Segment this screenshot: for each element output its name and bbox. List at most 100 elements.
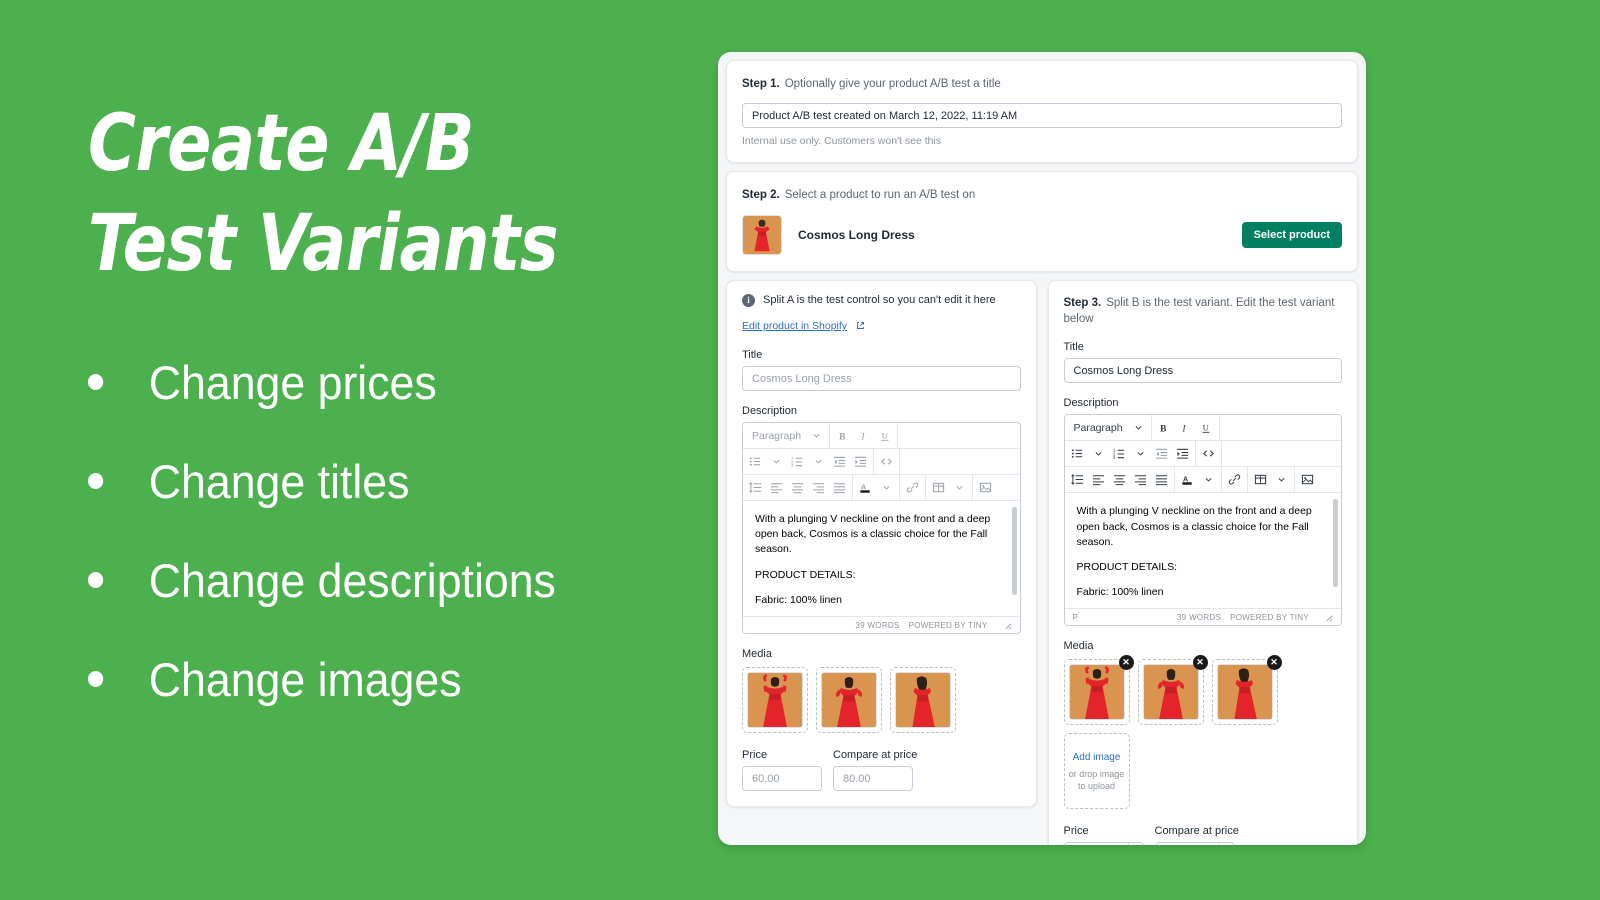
italic-icon[interactable]: I <box>1175 416 1196 440</box>
split-b-title-input[interactable] <box>1063 358 1342 384</box>
split-b-description-label: Description <box>1063 397 1119 410</box>
align-center-icon[interactable] <box>787 476 808 500</box>
outdent-icon[interactable] <box>829 450 850 474</box>
edit-product-link-row: Edit product in Shopify <box>742 316 1021 335</box>
add-image-label: Add image <box>1072 751 1121 763</box>
svg-text:A: A <box>1182 475 1188 484</box>
split-b-compare-price-field: Compare at price <box>1154 825 1239 845</box>
split-b-editor-status: P 39 WORDS POWERED BY TINY <box>1064 608 1341 625</box>
numbered-list-chevron-down-icon[interactable] <box>1130 442 1151 466</box>
indent-icon[interactable] <box>850 450 871 474</box>
svg-text:A: A <box>861 482 867 491</box>
test-title-helper: Internal use only. Customers won't see t… <box>742 135 942 148</box>
source-code-icon[interactable] <box>1198 442 1219 466</box>
align-center-icon[interactable] <box>1109 468 1130 492</box>
text-color-chevron-down-icon[interactable] <box>876 476 897 500</box>
insert-image-group <box>973 475 998 500</box>
text-color-icon[interactable]: A <box>855 476 876 500</box>
table-icon[interactable] <box>1250 468 1271 492</box>
split-b-price-field: Price <box>1063 825 1144 845</box>
media-thumbnail: ✕ <box>1063 655 1134 726</box>
align-left-icon[interactable] <box>1088 468 1109 492</box>
step-2-description: Select a product to run an A/B test on <box>784 189 976 202</box>
split-b-title-label: Title <box>1063 341 1084 354</box>
line-height-icon[interactable] <box>1067 468 1088 492</box>
price-stepper[interactable] <box>1127 843 1143 845</box>
editor-toolbar-row-1: Paragraph B I U <box>743 423 1020 450</box>
split-a-description-label: Description <box>742 405 798 418</box>
numbered-list-icon[interactable]: 123 <box>1109 442 1130 466</box>
align-justify-icon[interactable] <box>829 476 850 500</box>
list-group: 123 <box>743 449 874 475</box>
step-1-card: Step 1. Optionally give your product A/B … <box>726 60 1358 164</box>
align-group <box>743 475 853 501</box>
bullet-icon <box>88 671 104 688</box>
edit-product-in-shopify-link[interactable]: Edit product in Shopify <box>742 320 847 332</box>
remove-media-button[interactable]: ✕ <box>1266 655 1282 671</box>
remove-media-button[interactable]: ✕ <box>1192 655 1208 671</box>
svg-text:I: I <box>860 432 865 442</box>
step-3-heading: Step 3. Split B is the test variant. Edit… <box>1064 295 1343 327</box>
indent-icon[interactable] <box>1172 442 1193 466</box>
bullet-icon <box>88 473 104 490</box>
editor-toolbar-row-2: 123 <box>743 449 1020 476</box>
numbered-list-chevron-down-icon[interactable] <box>808 450 829 474</box>
promo-feature-label: Change descriptions <box>148 553 556 607</box>
editor-scrollbar[interactable] <box>1011 507 1017 596</box>
bullet-list-chevron-down-icon[interactable] <box>766 450 787 474</box>
bold-icon[interactable]: B <box>1154 416 1175 440</box>
source-code-group <box>1196 441 1222 467</box>
table-chevron-down-icon[interactable] <box>949 476 970 500</box>
split-b-description-body[interactable]: With a plunging V neckline on the front … <box>1065 493 1342 608</box>
table-chevron-down-icon[interactable] <box>1271 468 1292 492</box>
underline-icon[interactable]: U <box>874 424 895 448</box>
step-2-card: Step 2. Select a product to run an A/B te… <box>726 171 1358 273</box>
link-icon[interactable] <box>1224 468 1245 492</box>
resize-handle-icon[interactable] <box>1324 613 1333 622</box>
align-justify-icon[interactable] <box>1151 468 1172 492</box>
compare-price-stepper[interactable] <box>1218 843 1234 845</box>
table-group <box>1248 467 1295 493</box>
table-icon[interactable] <box>928 476 949 500</box>
compare-price-increment-button[interactable] <box>1220 843 1234 845</box>
split-a-compare-price-input <box>833 766 913 792</box>
powered-by-label: POWERED BY TINY <box>1230 612 1309 622</box>
link-icon[interactable] <box>902 476 923 500</box>
price-increment-button[interactable] <box>1129 843 1143 845</box>
outdent-icon[interactable] <box>1151 442 1172 466</box>
bullet-list-icon[interactable] <box>745 450 766 474</box>
align-right-icon[interactable] <box>1130 468 1151 492</box>
insert-image-icon[interactable] <box>975 476 996 500</box>
paragraph-style-select[interactable]: Paragraph <box>745 430 827 442</box>
resize-handle-icon[interactable] <box>1003 621 1012 630</box>
underline-icon[interactable]: U <box>1196 416 1217 440</box>
select-product-button[interactable]: Select product <box>1241 222 1342 249</box>
test-title-input[interactable] <box>742 103 1342 129</box>
remove-media-button[interactable]: ✕ <box>1118 655 1134 671</box>
editor-scrollbar[interactable] <box>1333 499 1338 588</box>
element-path: P <box>1072 612 1079 622</box>
insert-image-icon[interactable] <box>1297 468 1318 492</box>
text-color-chevron-down-icon[interactable] <box>1198 468 1219 492</box>
media-thumbnail <box>742 667 808 734</box>
paragraph-style-label: Paragraph <box>1073 421 1123 434</box>
step-3-label: Step 3. <box>1063 297 1102 310</box>
add-image-dropzone[interactable]: Add image or drop image to upload <box>1063 733 1130 810</box>
bullet-list-chevron-down-icon[interactable] <box>1088 442 1109 466</box>
align-left-icon[interactable] <box>766 476 787 500</box>
step-1-description: Optionally give your product A/B test a … <box>784 78 1001 90</box>
link-group <box>900 475 926 501</box>
media-thumbnail: ✕ <box>1211 655 1282 726</box>
italic-icon[interactable]: I <box>853 424 874 448</box>
line-height-icon[interactable] <box>745 476 766 500</box>
numbered-list-icon[interactable]: 123 <box>787 450 808 474</box>
bullet-list-icon[interactable] <box>1067 442 1088 466</box>
format-group: Paragraph <box>743 423 830 449</box>
align-right-icon[interactable] <box>808 476 829 500</box>
bold-icon[interactable]: B <box>832 424 853 448</box>
source-code-icon[interactable] <box>876 450 897 474</box>
text-color-icon[interactable]: A <box>1177 468 1198 492</box>
promo-title: Create A/B Test Variants <box>88 99 559 289</box>
paragraph-style-select[interactable]: Paragraph <box>1067 422 1149 434</box>
